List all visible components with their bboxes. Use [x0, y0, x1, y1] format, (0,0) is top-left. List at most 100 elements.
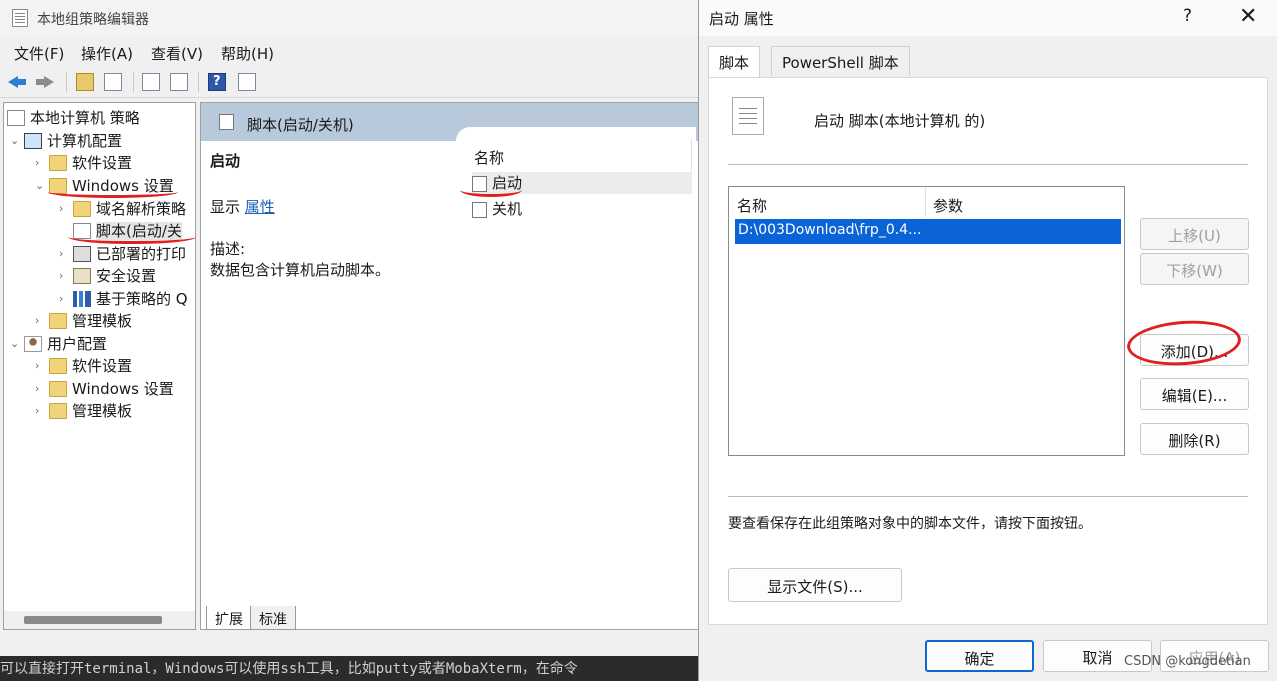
gpedit-title: 本地组策略编辑器 — [37, 12, 149, 28]
column-separator — [691, 139, 692, 171]
toolbar-separator — [198, 72, 199, 92]
help-button[interactable]: ? — [1183, 6, 1192, 26]
tree-node-admin-templates[interactable]: › 管理模板 — [35, 310, 132, 332]
toolbar-separator — [133, 72, 134, 92]
user-icon — [24, 335, 42, 352]
up-folder-icon[interactable] — [76, 73, 94, 91]
chevron-right-icon[interactable]: › — [59, 247, 73, 260]
column-header-name[interactable]: 名称 — [474, 147, 504, 168]
section-title: 启动 — [210, 152, 241, 170]
folder-icon — [49, 357, 67, 374]
tree-node-user-config[interactable]: ⌄ 用户配置 — [10, 333, 107, 355]
tree-node-software-settings[interactable]: › 软件设置 — [35, 152, 132, 174]
toolbar — [0, 66, 700, 98]
menu-view[interactable]: 查看(V) — [151, 43, 203, 64]
tree-node-user-windows[interactable]: › Windows 设置 — [35, 378, 174, 400]
properties-link[interactable]: 属性 — [245, 198, 275, 216]
chevron-right-icon[interactable]: › — [35, 359, 49, 372]
tree-node-local-policy[interactable]: 本地计算机 策略 — [7, 107, 140, 129]
show-properties-row: 显示 属性 — [210, 196, 275, 217]
scripts-table: 名称 参数 D:\003Download\frp_0.4... — [728, 186, 1125, 456]
annotation-underline — [48, 186, 178, 198]
tab-powershell-scripts[interactable]: PowerShell 脚本 — [771, 46, 910, 76]
move-down-button[interactable]: 下移(W) — [1140, 253, 1249, 285]
dialog-title: 启动 属性 — [709, 10, 774, 28]
view-icon[interactable] — [238, 73, 256, 91]
folder-icon — [49, 312, 67, 329]
gpedit-window: 本地组策略编辑器 文件(F) 操作(A) 查看(V) 帮助(H) 本地计算机 策… — [0, 0, 700, 660]
menu-help[interactable]: 帮助(H) — [221, 43, 274, 64]
chevron-right-icon[interactable]: › — [35, 382, 49, 395]
column-separator — [925, 187, 926, 217]
properties-icon[interactable] — [142, 73, 160, 91]
divider — [728, 164, 1248, 165]
close-icon[interactable]: ✕ — [1239, 4, 1257, 29]
description-text: 数据包含计算机启动脚本。 — [210, 261, 391, 279]
details-pane: 脚本(启动/关机) 启动 显示 属性 描述: 数据包含计算机启动脚本。 名称 启… — [200, 102, 700, 630]
delete-button[interactable]: 删除(R) — [1140, 423, 1249, 455]
chevron-right-icon[interactable]: › — [59, 202, 73, 215]
description-label: 描述: — [210, 240, 246, 258]
tree-node-name-resolution[interactable]: › 域名解析策略 — [59, 198, 186, 220]
script-icon — [472, 201, 487, 218]
divider — [728, 496, 1248, 497]
edit-button[interactable]: 编辑(E)... — [1140, 378, 1249, 410]
ok-button[interactable]: 确定 — [925, 640, 1034, 672]
chevron-down-icon[interactable]: ⌄ — [35, 179, 49, 192]
script-path-cell: D:\003Download\frp_0.4... — [738, 222, 922, 238]
folder-icon — [73, 200, 91, 217]
tab-extended[interactable]: 扩展 — [206, 606, 252, 630]
chevron-right-icon[interactable]: › — [59, 269, 73, 282]
tab-standard[interactable]: 标准 — [250, 606, 296, 630]
menu-bar: 文件(F) 操作(A) 查看(V) 帮助(H) — [0, 38, 700, 66]
menu-action[interactable]: 操作(A) — [81, 43, 133, 64]
tree-node-policy-qos[interactable]: › 基于策略的 Q — [59, 288, 188, 310]
column-header-params[interactable]: 参数 — [933, 195, 963, 216]
scrollbar-thumb[interactable] — [24, 616, 162, 624]
dialog-heading: 启动 脚本(本地计算机 的) — [814, 112, 986, 130]
chevron-right-icon[interactable]: › — [59, 292, 73, 305]
show-tree-icon[interactable] — [104, 73, 122, 91]
folder-icon — [49, 154, 67, 171]
chevron-right-icon[interactable]: › — [35, 314, 49, 327]
tree-node-printers[interactable]: › 已部署的打印 — [59, 243, 186, 265]
gpedit-titlebar: 本地组策略编辑器 — [0, 0, 700, 36]
chevron-down-icon[interactable]: ⌄ — [10, 337, 24, 350]
tree-node-user-admin-templates[interactable]: › 管理模板 — [35, 400, 132, 422]
script-icon — [219, 114, 234, 130]
chart-icon — [73, 290, 91, 307]
tree-horizontal-scrollbar[interactable] — [4, 611, 195, 629]
script-document-icon — [732, 97, 764, 135]
list-item-shutdown[interactable]: 关机 — [472, 198, 692, 220]
help-icon[interactable] — [208, 73, 226, 91]
annotation-underline — [460, 183, 522, 197]
details-header-title: 脚本(启动/关机) — [247, 116, 354, 134]
dialog-titlebar: 启动 属性 ? ✕ — [699, 0, 1277, 36]
computer-icon — [24, 132, 42, 149]
show-files-button[interactable]: 显示文件(S)... — [728, 568, 902, 602]
chevron-right-icon[interactable]: › — [35, 156, 49, 169]
printer-icon — [73, 245, 91, 262]
tree-node-user-software[interactable]: › 软件设置 — [35, 355, 132, 377]
move-up-button[interactable]: 上移(U) — [1140, 218, 1249, 250]
back-arrow-icon[interactable] — [6, 72, 28, 92]
export-list-icon[interactable] — [170, 73, 188, 91]
chevron-down-icon[interactable]: ⌄ — [10, 134, 24, 147]
folder-icon — [49, 380, 67, 397]
annotation-underline — [68, 230, 196, 244]
table-row[interactable]: D:\003Download\frp_0.4... — [735, 219, 1121, 244]
tree-node-security[interactable]: › 安全设置 — [59, 265, 156, 287]
tab-scripts[interactable]: 脚本 — [708, 46, 761, 78]
tree-node-computer-config[interactable]: ⌄ 计算机配置 — [10, 130, 122, 152]
app-icon — [12, 9, 28, 27]
security-icon — [73, 267, 91, 284]
folder-icon — [49, 402, 67, 419]
menu-file[interactable]: 文件(F) — [14, 43, 64, 64]
show-label: 显示 — [210, 198, 241, 216]
column-header-name[interactable]: 名称 — [737, 195, 767, 216]
policy-tree: 本地计算机 策略 ⌄ 计算机配置 › 软件设置 ⌄ Windows 设置 › 域名解析策… — [3, 102, 196, 630]
script-list: 名称 启动 关机 — [456, 127, 696, 627]
chevron-right-icon[interactable]: › — [35, 404, 49, 417]
doc-icon — [7, 109, 25, 126]
forward-arrow-icon[interactable] — [34, 72, 56, 92]
